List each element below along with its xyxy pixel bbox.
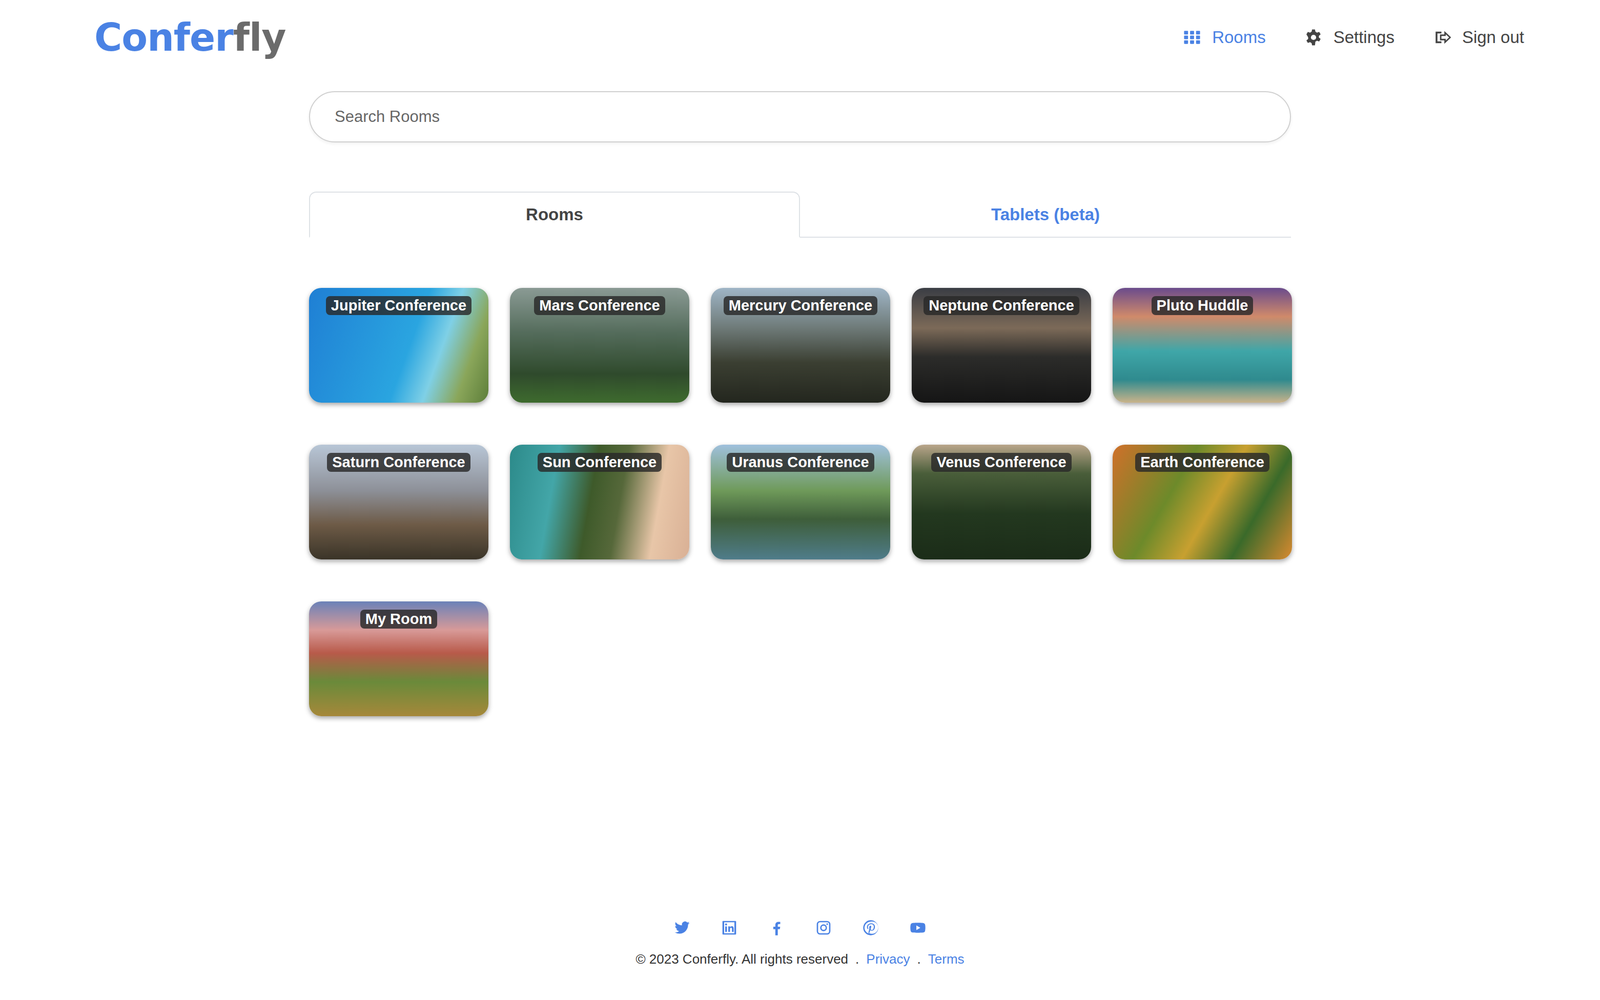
room-card[interactable]: Mars Conference bbox=[509, 288, 690, 403]
social-links bbox=[673, 919, 927, 937]
logo-primary: Confer bbox=[94, 15, 234, 60]
footer-link[interactable]: Terms bbox=[928, 951, 965, 968]
room-name: Mars Conference bbox=[534, 296, 665, 316]
logo-secondary: fly bbox=[233, 15, 286, 60]
room-name: Jupiter Conference bbox=[325, 296, 472, 316]
tab[interactable]: Rooms bbox=[309, 191, 800, 238]
nav-item[interactable]: Rooms bbox=[1183, 27, 1266, 48]
tab[interactable]: Tablets (beta) bbox=[800, 191, 1291, 238]
room-card[interactable]: Saturn Conference bbox=[309, 444, 489, 560]
footer: © 2023 Conferfly. All rights reserved. Pr… bbox=[0, 919, 1600, 1000]
nav-item[interactable]: Sign out bbox=[1433, 27, 1525, 48]
logo[interactable]: Conferfly bbox=[94, 15, 286, 60]
grid-icon bbox=[1183, 28, 1201, 47]
room-card[interactable]: Pluto Huddle bbox=[1112, 288, 1292, 403]
room-name: Mercury Conference bbox=[723, 296, 878, 316]
signout-icon bbox=[1433, 28, 1451, 47]
room-card[interactable]: My Room bbox=[309, 601, 489, 717]
room-card[interactable]: Sun Conference bbox=[509, 444, 690, 560]
room-card[interactable]: Venus Conference bbox=[911, 444, 1092, 560]
footer-link[interactable]: Privacy bbox=[866, 951, 910, 968]
search-input[interactable] bbox=[309, 91, 1291, 143]
room-name: Neptune Conference bbox=[923, 296, 1080, 316]
instagram-icon[interactable] bbox=[815, 919, 832, 937]
nav-label: Rooms bbox=[1212, 27, 1266, 48]
room-name: Pluto Huddle bbox=[1151, 296, 1254, 316]
separator: . bbox=[855, 951, 859, 968]
separator: . bbox=[917, 951, 921, 968]
pinterest-icon[interactable] bbox=[862, 919, 879, 937]
nav-label: Settings bbox=[1333, 27, 1395, 48]
facebook-icon[interactable] bbox=[768, 919, 785, 937]
room-card[interactable]: Neptune Conference bbox=[911, 288, 1092, 403]
youtube-icon[interactable] bbox=[909, 919, 927, 937]
tabs: RoomsTablets (beta) bbox=[309, 191, 1291, 238]
room-name: Sun Conference bbox=[537, 453, 662, 473]
nav: Rooms Settings Sign out bbox=[1183, 27, 1525, 48]
room-name: Saturn Conference bbox=[326, 453, 470, 473]
room-card[interactable]: Jupiter Conference bbox=[309, 288, 489, 403]
nav-label: Sign out bbox=[1462, 27, 1525, 48]
linkedin-icon[interactable] bbox=[721, 919, 738, 937]
room-name: Venus Conference bbox=[931, 453, 1072, 473]
room-name: Uranus Conference bbox=[726, 453, 875, 473]
room-card[interactable]: Earth Conference bbox=[1112, 444, 1292, 560]
main-content: RoomsTablets (beta) Jupiter Conference Mar… bbox=[309, 91, 1291, 717]
room-card[interactable]: Mercury Conference bbox=[710, 288, 891, 403]
room-grid: Jupiter Conference Mars Conference Mercury… bbox=[309, 288, 1291, 717]
copyright: © 2023 Conferfly. All rights reserved. Pr… bbox=[635, 951, 964, 968]
nav-item[interactable]: Settings bbox=[1304, 27, 1395, 48]
room-card[interactable]: Uranus Conference bbox=[710, 444, 891, 560]
room-name: My Room bbox=[360, 609, 438, 629]
gear-icon bbox=[1304, 28, 1323, 47]
twitter-icon[interactable] bbox=[673, 919, 691, 937]
room-name: Earth Conference bbox=[1135, 453, 1270, 473]
copyright-text: © 2023 Conferfly. All rights reserved bbox=[635, 951, 849, 968]
header: Conferfly Rooms Settings Sign out bbox=[0, 0, 1600, 60]
